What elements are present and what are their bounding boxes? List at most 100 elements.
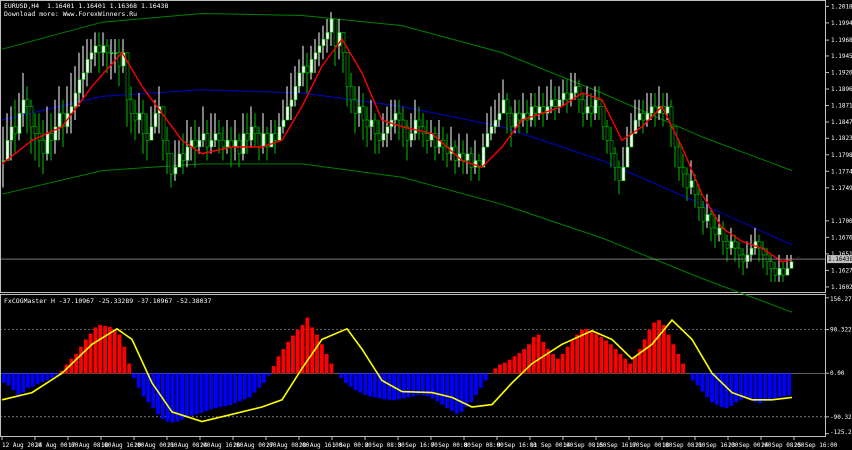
candle-body (317, 45, 322, 53)
candle-body (129, 99, 134, 114)
candle-body (621, 166, 626, 182)
candle-body (33, 126, 38, 134)
candle-body (781, 268, 786, 276)
histogram-bar (199, 373, 204, 413)
candle-body (745, 254, 750, 262)
histogram-bar (710, 373, 714, 403)
candle-body (29, 106, 34, 128)
candle-body (689, 180, 694, 188)
candle-body (785, 268, 790, 276)
current-price-value: 1.16438 (828, 256, 852, 263)
histogram-bar (16, 373, 21, 395)
histogram-bar (705, 373, 710, 398)
candle-body (25, 99, 30, 107)
candle-body (225, 139, 230, 148)
candle-body (409, 133, 414, 141)
histogram-bar (252, 373, 257, 393)
histogram-bar (512, 356, 517, 374)
oscillator-plot (0, 317, 825, 423)
histogram-bar (122, 346, 127, 374)
price-tick-label: 1.19685 (831, 37, 852, 44)
histogram-bar (445, 373, 449, 408)
price-tick-label: 1.19205 (831, 69, 852, 76)
candle-body (549, 99, 554, 107)
histogram-bar (608, 344, 613, 374)
histogram-bar (368, 373, 372, 397)
candle-body (773, 268, 778, 276)
histogram-bar (98, 324, 103, 374)
histogram-bar (315, 334, 319, 374)
histogram-bar (2, 373, 6, 383)
candle-body (325, 32, 330, 40)
candle-body (561, 92, 566, 101)
osc-tick-label: 90.32292 (830, 327, 852, 334)
histogram-bar (117, 334, 122, 374)
histogram-bar (127, 363, 132, 374)
histogram-bar (209, 373, 213, 410)
candle-body (201, 133, 206, 141)
histogram-bar (517, 352, 522, 374)
price-panel-frame (0, 0, 826, 293)
histogram-bar (329, 363, 334, 374)
candle-body (313, 52, 318, 60)
candle-body (209, 139, 214, 148)
histogram-bar (440, 373, 445, 405)
histogram-bar (26, 373, 30, 388)
histogram-bar (734, 373, 739, 403)
candle-body (213, 133, 218, 141)
candle-body (185, 146, 190, 161)
histogram-bar (681, 363, 686, 374)
histogram-bar (35, 373, 40, 384)
candle-body (769, 261, 774, 269)
symbol-info: EURUSD,H4 1.16401 1.16401 1.16368 1.1643… (4, 2, 169, 10)
candle-body (249, 126, 254, 141)
candle-body (9, 126, 14, 141)
candle-body (233, 139, 238, 148)
chart-window: 1.20185 1.19940 1.19685 1.19450 1.19205 1.189… (0, 0, 852, 450)
candle-body (493, 119, 498, 128)
osc-tick-label: 0.00 (830, 370, 845, 377)
histogram-bar (454, 373, 459, 414)
candle-body (393, 112, 398, 121)
candle-body (517, 112, 522, 121)
histogram-bar (382, 373, 387, 400)
candle-body (361, 106, 366, 121)
candle-body (73, 92, 78, 107)
histogram-bar (339, 373, 344, 379)
price-tick-label: 1.18470 (831, 119, 852, 126)
candle-body (101, 45, 106, 53)
histogram-bar (743, 373, 748, 398)
histogram-bar (151, 373, 156, 408)
candle-body (309, 59, 314, 74)
histogram-bar (397, 373, 401, 400)
histogram-bar (271, 366, 276, 374)
candle-body (609, 139, 614, 155)
candle-body (173, 166, 178, 175)
histogram-bar (642, 339, 647, 374)
histogram-bar (430, 373, 435, 399)
histogram-bar (213, 373, 218, 408)
histogram-bar (657, 320, 661, 374)
histogram-bar (753, 373, 758, 403)
candle-body (737, 247, 742, 256)
histogram-bar (531, 337, 536, 374)
histogram-bar (21, 373, 26, 393)
histogram-bar (498, 364, 502, 374)
histogram-bar (218, 373, 223, 408)
histogram-bar (305, 317, 310, 374)
histogram-bar (189, 373, 194, 416)
histogram-bar (165, 373, 170, 422)
price-tick-label: 1.17005 (831, 218, 852, 225)
candle-body (713, 227, 718, 235)
histogram-bar (748, 373, 753, 400)
candle-body (285, 106, 290, 121)
candle-body (301, 65, 306, 74)
candle-body (293, 86, 298, 101)
histogram-bar (536, 334, 541, 374)
histogram-bar (589, 330, 594, 374)
histogram-bar (676, 353, 681, 374)
histogram-bar (233, 373, 238, 404)
histogram-bar (358, 373, 363, 393)
histogram-bar (618, 353, 623, 374)
histogram-bar (276, 356, 281, 374)
